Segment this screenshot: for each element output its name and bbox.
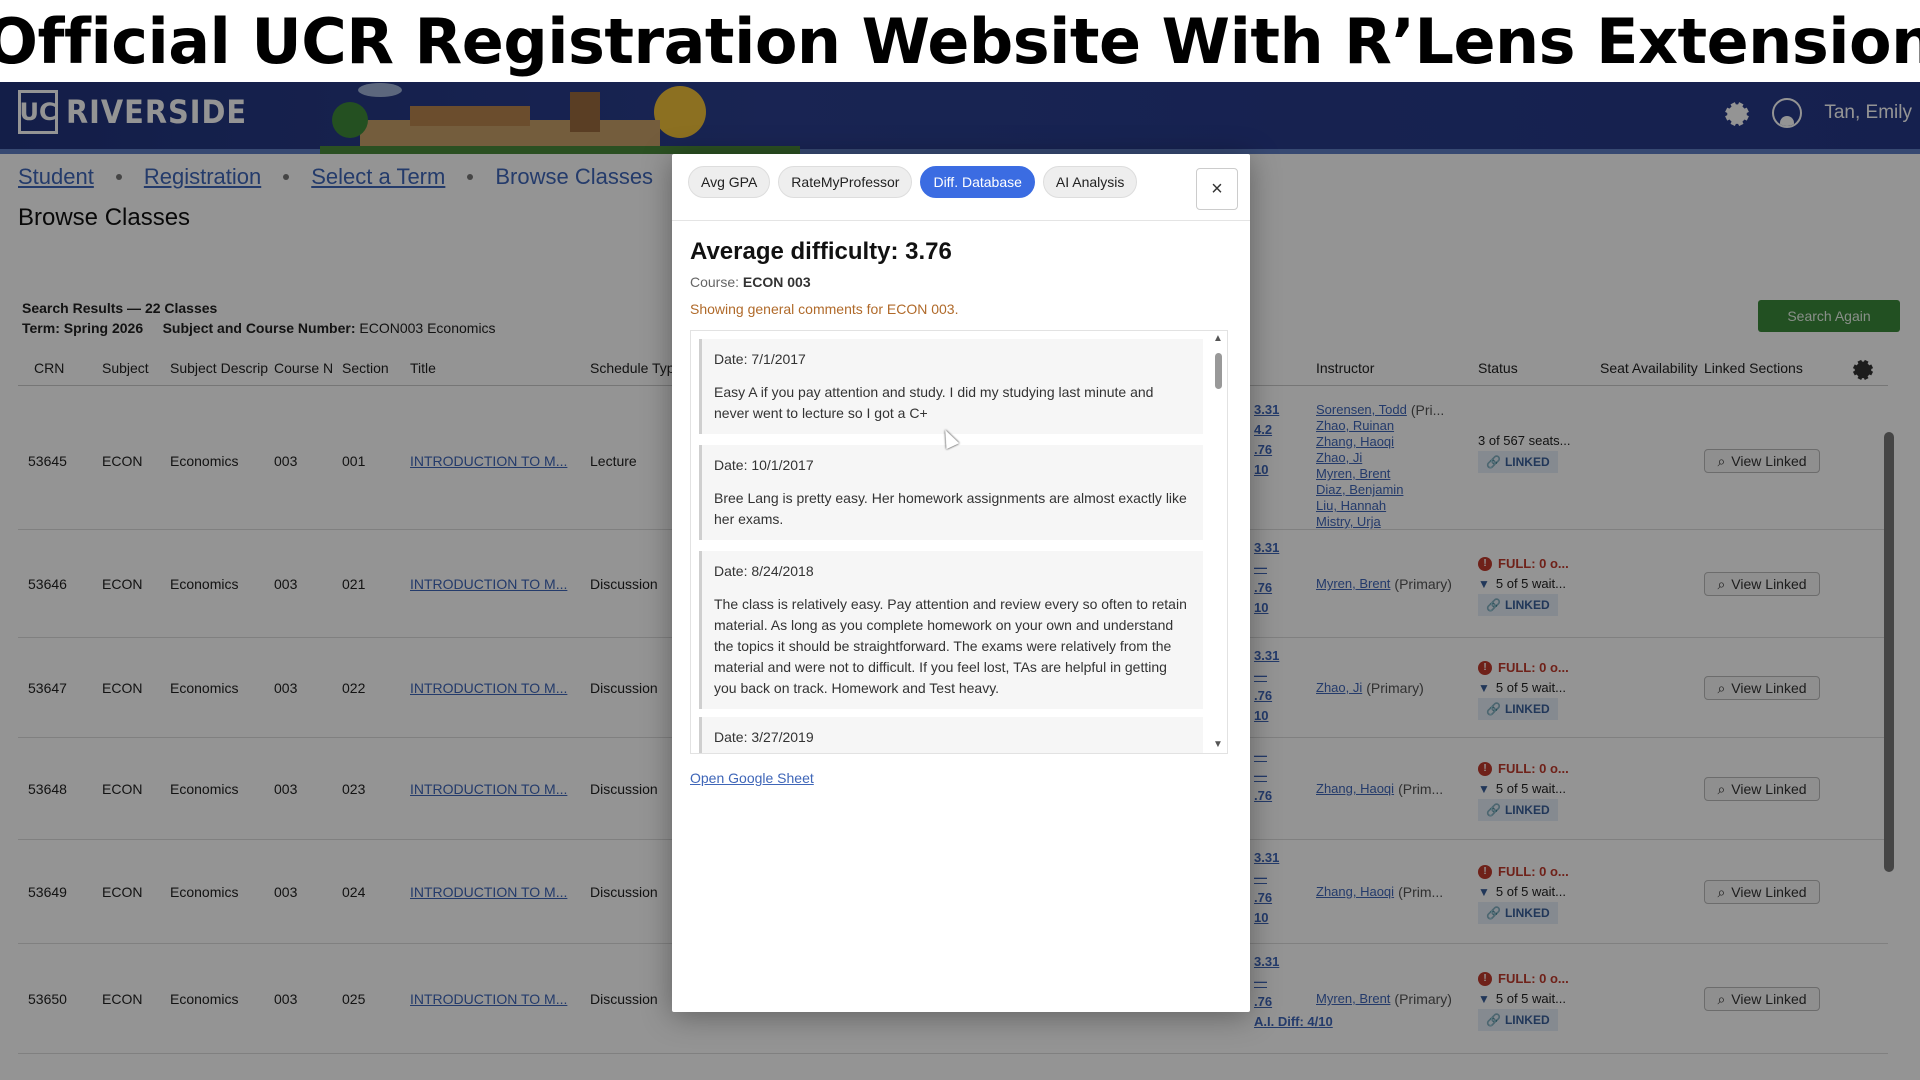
comment-text: Bree Lang is pretty easy. Her homework a…	[714, 490, 1187, 527]
average-difficulty: Average difficulty: 3.76	[690, 238, 952, 265]
banner-title: Official UCR Registration Website With R…	[0, 4, 1920, 78]
tab-avg-gpa[interactable]: Avg GPA	[688, 166, 771, 198]
comment-item: Date: 7/1/2017 Easy A if you pay attenti…	[699, 339, 1203, 434]
comment-date: Date: 10/1/2017	[714, 457, 814, 473]
comments-scrollbar[interactable]: ▲ ▼	[1209, 331, 1227, 753]
modal-divider	[672, 220, 1250, 221]
close-button[interactable]: ×	[1196, 168, 1238, 210]
tab-ratemyprofessor[interactable]: RateMyProfessor	[778, 166, 913, 198]
modal-tabs: Avg GPA RateMyProfessor Diff. Database A…	[688, 166, 1138, 198]
comment-text: The class is relatively easy. Pay attent…	[714, 596, 1187, 696]
tab-diff-database[interactable]: Diff. Database	[920, 166, 1035, 198]
comment-item: Date: 3/27/2019	[699, 717, 1203, 753]
comment-date: Date: 3/27/2019	[714, 729, 814, 745]
tab-ai-analysis[interactable]: AI Analysis	[1042, 166, 1138, 198]
course-label: Course:	[690, 274, 740, 290]
course-value: ECON 003	[742, 274, 811, 290]
comments-note: Showing general comments for ECON 003.	[690, 301, 959, 317]
comment-item: Date: 10/1/2017 Bree Lang is pretty easy…	[699, 445, 1203, 540]
comment-text: Easy A if you pay attention and study. I…	[714, 384, 1154, 421]
comment-date: Date: 7/1/2017	[714, 351, 806, 367]
open-google-sheet-link[interactable]: Open Google Sheet	[690, 770, 814, 786]
course-line: Course: ECON 003	[690, 274, 811, 290]
scroll-thumb[interactable]	[1215, 353, 1222, 389]
comments-list[interactable]: Date: 7/1/2017 Easy A if you pay attenti…	[690, 330, 1228, 754]
comment-item: Date: 8/24/2018 The class is relatively …	[699, 551, 1203, 709]
scroll-up-arrow-icon[interactable]: ▲	[1213, 333, 1223, 344]
scroll-down-arrow-icon[interactable]: ▼	[1213, 739, 1223, 750]
comment-date: Date: 8/24/2018	[714, 563, 814, 579]
video-title-banner: Official UCR Registration Website With R…	[0, 0, 1920, 82]
rlens-modal: Avg GPA RateMyProfessor Diff. Database A…	[672, 154, 1250, 1012]
